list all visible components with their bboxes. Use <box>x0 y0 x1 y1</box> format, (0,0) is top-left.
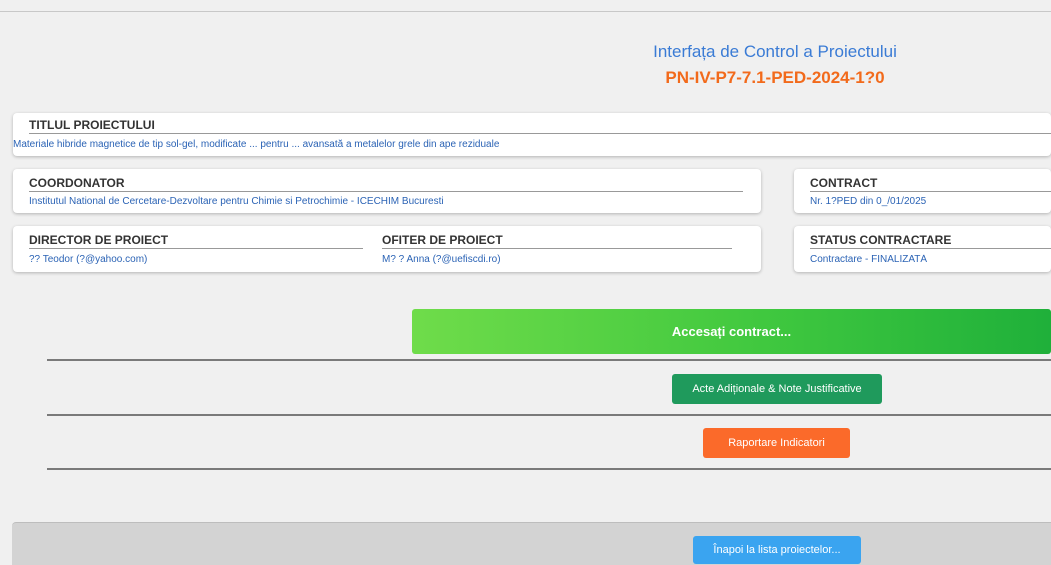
contract-value: Nr. 1?PED din 0_/01/2025 <box>810 196 927 207</box>
coordinator-value: Institutul National de Cercetare-Dezvolt… <box>29 196 444 207</box>
project-title-card: TITLUL PROIECTULUI Materiale hibride mag… <box>13 113 1051 156</box>
contract-label: CONTRACT <box>810 176 1051 192</box>
divider-2 <box>47 414 1051 416</box>
project-title-label: TITLUL PROIECTULUI <box>29 118 1051 134</box>
project-staff-card: DIRECTOR DE PROIECT ?? Teodor (?@yahoo.c… <box>13 226 761 272</box>
director-label: DIRECTOR DE PROIECT <box>29 233 363 249</box>
coordinator-card: COORDONATOR Institutul National de Cerce… <box>13 169 761 213</box>
report-indicators-button[interactable]: Raportare Indicatori <box>703 428 850 458</box>
officer-label: OFITER DE PROIECT <box>382 233 732 249</box>
coordinator-label: COORDONATOR <box>29 176 743 192</box>
additional-acts-button[interactable]: Acte Adiționale & Note Justificative <box>672 374 882 404</box>
project-title-value: Materiale hibride magnetice de tip sol-g… <box>13 139 500 150</box>
back-to-projects-button[interactable]: Înapoi la lista proiectelor... <box>693 536 861 564</box>
access-contract-button[interactable]: Accesați contract... <box>412 309 1051 354</box>
officer-value: M? ? Anna (?@uefiscdi.ro) <box>382 254 501 265</box>
footer-bar <box>12 522 1051 565</box>
top-divider <box>0 11 1051 12</box>
contract-card: CONTRACT Nr. 1?PED din 0_/01/2025 <box>794 169 1051 213</box>
status-card: STATUS CONTRACTARE Contractare - FINALIZ… <box>794 226 1051 272</box>
director-value: ?? Teodor (?@yahoo.com) <box>29 254 148 265</box>
divider-3 <box>47 468 1051 470</box>
status-label: STATUS CONTRACTARE <box>810 233 1051 249</box>
divider-1 <box>47 359 1051 361</box>
page-title: Interfața de Control a Proiectului <box>653 42 897 61</box>
project-code: PN-IV-P7-7.1-PED-2024-1?0 <box>665 68 885 87</box>
status-value: Contractare - FINALIZATĂ <box>810 254 928 265</box>
